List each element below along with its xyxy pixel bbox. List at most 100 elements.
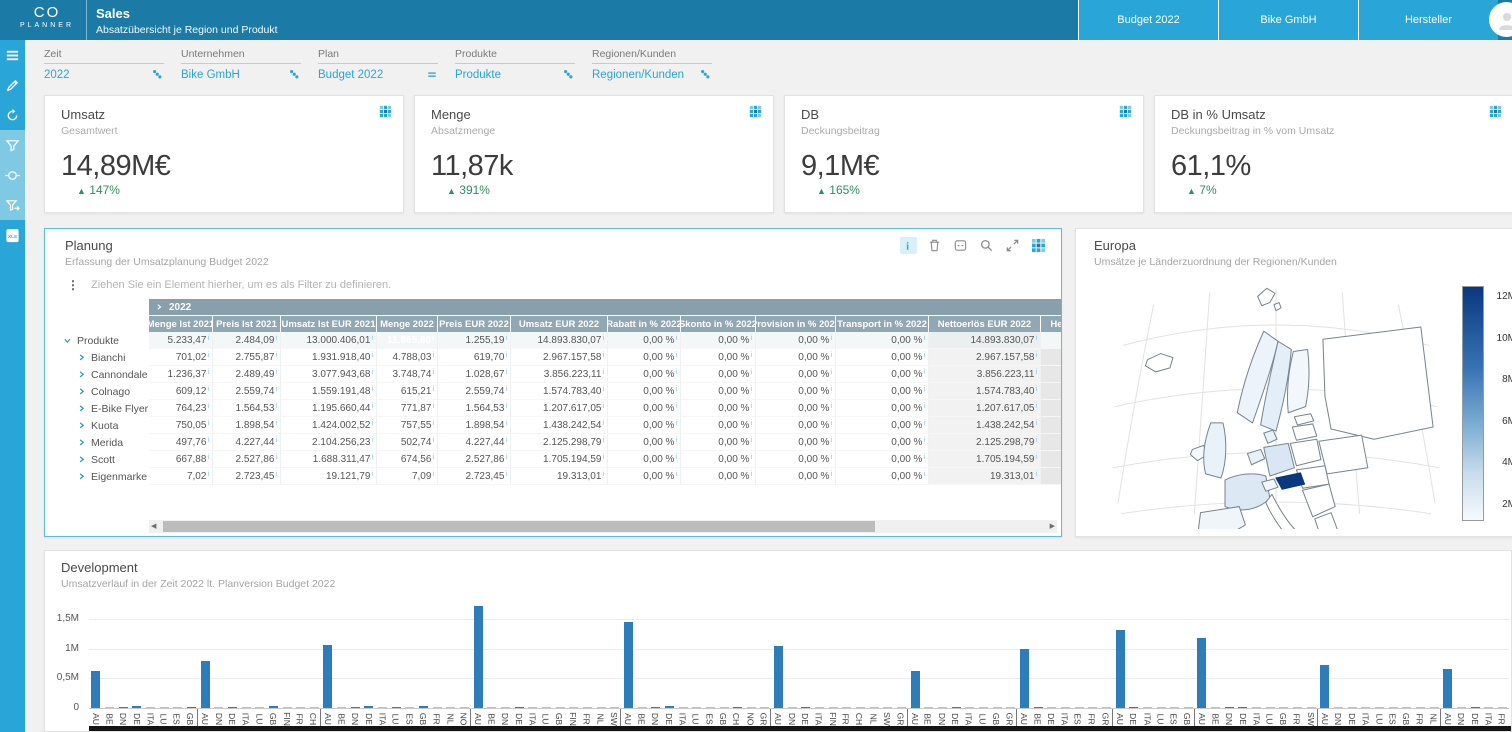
- map-italy[interactable]: [1266, 494, 1303, 529]
- table-cell[interactable]: 0,00 %i: [681, 417, 756, 434]
- column-header[interactable]: Menge Ist 2021: [149, 315, 213, 332]
- table-cell[interactable]: 1.898,54i: [438, 417, 511, 434]
- table-cell[interactable]: 1.574.783,40i: [929, 383, 1041, 400]
- table-cell[interactable]: 3.748,74i: [377, 366, 438, 383]
- table-cell[interactable]: 0,00 %i: [681, 451, 756, 468]
- table-cell[interactable]: [1041, 383, 1061, 400]
- row-label[interactable]: Scott: [61, 451, 149, 468]
- topbar-button[interactable]: Budget 2022: [1078, 0, 1218, 40]
- table-cell[interactable]: 0,00 %i: [608, 451, 681, 468]
- scroll-right-icon[interactable]: ▶: [1050, 521, 1055, 532]
- topbar-button[interactable]: Bike GmbH: [1218, 0, 1358, 40]
- table-cell[interactable]: 2.104.256,23i: [281, 434, 377, 451]
- row-label[interactable]: Cannondale: [61, 366, 149, 383]
- chevron-right-icon[interactable]: [77, 387, 87, 397]
- table-cell[interactable]: 0,00 %i: [608, 332, 681, 349]
- table-cell[interactable]: [1041, 400, 1061, 417]
- table-cell[interactable]: 3.856.223,11i: [511, 366, 608, 383]
- table-cell[interactable]: 1.424.002,52i: [281, 417, 377, 434]
- table-cell[interactable]: 1.236,37i: [149, 366, 213, 383]
- table-cell[interactable]: 2.559,74i: [213, 383, 281, 400]
- table-cell[interactable]: 764,23i: [149, 400, 213, 417]
- row-label[interactable]: E-Bike Flyer: [61, 400, 149, 417]
- column-header[interactable]: Herstellk: [1041, 315, 1061, 332]
- table-cell[interactable]: 0,00 %i: [836, 332, 929, 349]
- table-cell[interactable]: 14.893.830,07i: [929, 332, 1041, 349]
- chevron-right-icon[interactable]: [77, 438, 87, 448]
- search-icon[interactable]: [978, 237, 995, 254]
- table-cell[interactable]: 2.527,86i: [438, 451, 511, 468]
- table-cell[interactable]: 0,00 %i: [836, 383, 929, 400]
- table-cell[interactable]: 1.438.242,54i: [929, 417, 1041, 434]
- xls-icon[interactable]: XLS: [0, 220, 25, 250]
- filter-value[interactable]: Budget 2022: [318, 69, 383, 81]
- coplanner-logo[interactable]: CO PLANNER: [14, 4, 80, 29]
- grid-logo-icon[interactable]: [379, 105, 392, 118]
- grid-icon[interactable]: [1030, 237, 1047, 254]
- table-cell[interactable]: 13.000.406,01i: [281, 332, 377, 349]
- table-cell[interactable]: 0,00 %i: [681, 400, 756, 417]
- table-cell[interactable]: 1.705.194,59i: [511, 451, 608, 468]
- table-cell[interactable]: 0,00 %i: [836, 417, 929, 434]
- table-cell[interactable]: 11.865,80i: [377, 332, 438, 349]
- table-cell[interactable]: 14.893.830,07i: [511, 332, 608, 349]
- table-cell[interactable]: 701,02i: [149, 349, 213, 366]
- table-cell[interactable]: 2.489,49i: [213, 366, 281, 383]
- table-cell[interactable]: 2.723,45i: [213, 468, 281, 485]
- table-cell[interactable]: 1.255,19i: [438, 332, 511, 349]
- table-cell[interactable]: 5.233,47i: [149, 332, 213, 349]
- table-cell[interactable]: 1.207.617,05i: [511, 400, 608, 417]
- map-ukraine[interactable]: [1319, 435, 1368, 474]
- table-cell[interactable]: 0,00 %i: [681, 349, 756, 366]
- map-france[interactable]: [1225, 474, 1270, 510]
- expand-icon[interactable]: [1004, 237, 1021, 254]
- table-cell[interactable]: 0,00 %i: [836, 434, 929, 451]
- table-cell[interactable]: 1.559.191,48i: [281, 383, 377, 400]
- grid-logo-icon[interactable]: [1119, 105, 1132, 118]
- table-cell[interactable]: 619,70i: [438, 349, 511, 366]
- table-cell[interactable]: 2.559,74i: [438, 383, 511, 400]
- filter-value[interactable]: 2022: [44, 69, 70, 81]
- table-cell[interactable]: [1041, 366, 1061, 383]
- filter-icon[interactable]: [0, 130, 25, 160]
- table-cell[interactable]: 674,56i: [377, 451, 438, 468]
- map-greece[interactable]: [1315, 513, 1337, 529]
- map-germany[interactable]: [1264, 443, 1295, 476]
- table-cell[interactable]: 0,00 %i: [681, 383, 756, 400]
- table-cell[interactable]: 0,00 %i: [608, 417, 681, 434]
- year-group-header[interactable]: 2022: [149, 299, 1061, 315]
- table-cell[interactable]: 757,55i: [377, 417, 438, 434]
- table-cell[interactable]: 615,21i: [377, 383, 438, 400]
- column-header[interactable]: Menge 2022: [377, 315, 438, 332]
- table-cell[interactable]: 4.788,03i: [377, 349, 438, 366]
- filter-apply-icon[interactable]: [0, 190, 25, 220]
- link-icon[interactable]: [152, 69, 164, 81]
- equals-icon[interactable]: [426, 69, 438, 81]
- table-cell[interactable]: 0,00 %i: [756, 434, 836, 451]
- horizontal-scrollbar[interactable]: ◀ ▶: [149, 520, 1057, 533]
- trash-icon[interactable]: [926, 237, 943, 254]
- table-cell[interactable]: 1.574.783,40i: [511, 383, 608, 400]
- column-header[interactable]: Umsatz Ist EUR 2021: [281, 315, 377, 332]
- table-cell[interactable]: 2.967.157,58i: [929, 349, 1041, 366]
- chevron-right-icon[interactable]: [77, 370, 87, 380]
- chevron-right-icon[interactable]: [77, 353, 87, 363]
- scrollbar-thumb[interactable]: [163, 521, 875, 532]
- table-cell[interactable]: 750,05i: [149, 417, 213, 434]
- table-cell[interactable]: 2.125.298,79i: [929, 434, 1041, 451]
- row-label[interactable]: Produkte: [61, 332, 149, 349]
- filter-drop-zone[interactable]: ⋮ Ziehen Sie ein Element hierher, um es …: [45, 268, 1061, 292]
- table-cell[interactable]: 1.438.242,54i: [511, 417, 608, 434]
- table-cell[interactable]: 771,87i: [377, 400, 438, 417]
- map-poland[interactable]: [1290, 439, 1321, 466]
- table-cell[interactable]: 1.195.660,44i: [281, 400, 377, 417]
- link-icon[interactable]: [289, 69, 301, 81]
- column-header[interactable]: Preis EUR 2022: [438, 315, 511, 332]
- table-cell[interactable]: 0,00 %i: [681, 366, 756, 383]
- link-icon[interactable]: [563, 69, 575, 81]
- table-cell[interactable]: 2.723,45i: [438, 468, 511, 485]
- topbar-button[interactable]: Hersteller: [1358, 0, 1498, 40]
- info-icon[interactable]: i: [900, 237, 917, 254]
- table-cell[interactable]: 1.207.617,05i: [929, 400, 1041, 417]
- table-cell[interactable]: 497,76i: [149, 434, 213, 451]
